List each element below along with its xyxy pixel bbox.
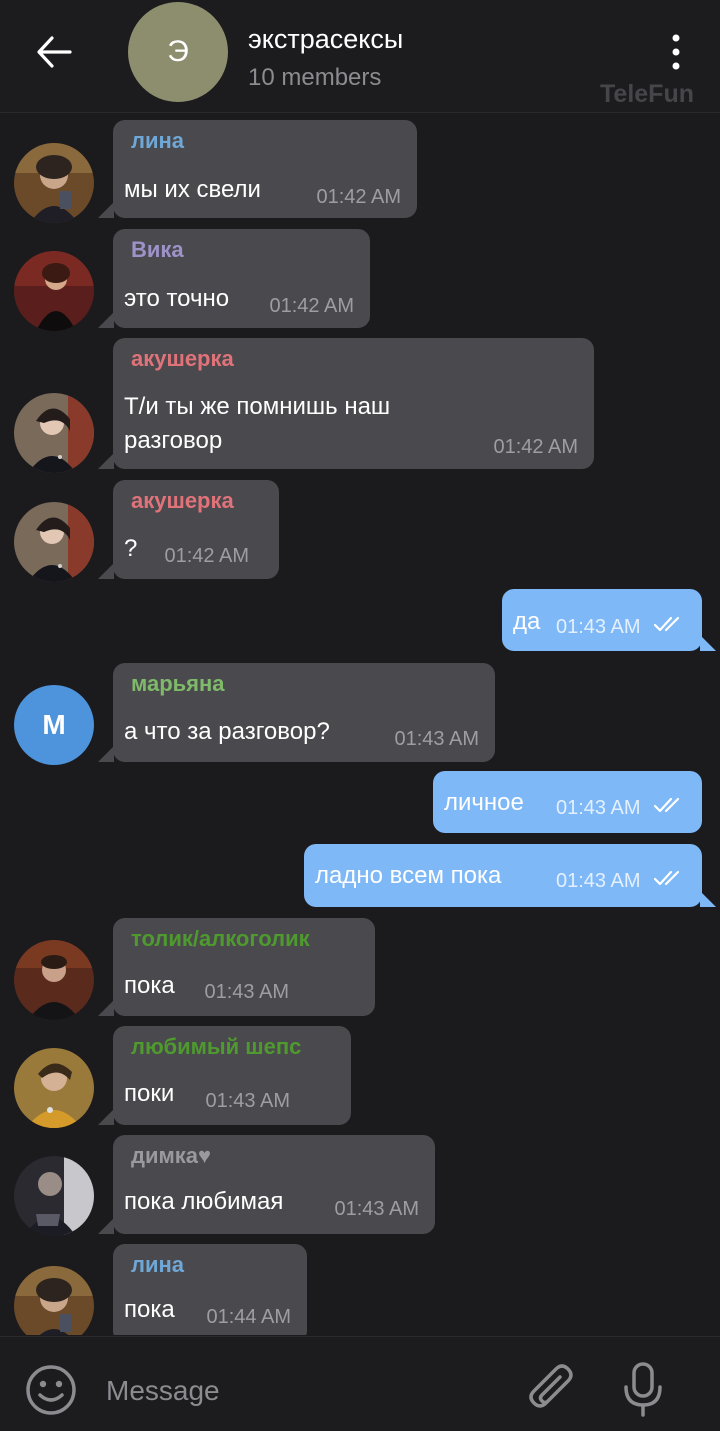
bubble-tail [98,1218,114,1234]
message-bubble[interactable]: толик/алкоголик пока 01:43 AM [113,918,375,1016]
message-item[interactable]: лина пока 01:44 AM [0,1244,720,1335]
message-text: мы их свели [124,176,261,203]
avatar[interactable] [14,502,94,582]
bubble-tail [98,563,114,579]
avatar[interactable] [14,143,94,223]
paperclip-icon[interactable] [526,1361,578,1417]
message-time: 01:43 AM [334,1198,419,1220]
bubble-tail [98,1109,114,1125]
message-text: Т/и ты же помнишь наш [124,393,391,420]
sender-name: акушерка [131,488,234,513]
member-count: 10 members [248,64,382,91]
message-item[interactable]: димка♥ пока любимая 01:43 AM [0,1135,720,1248]
message-text: пока любимая [124,1188,284,1215]
bubble-tail [98,746,114,762]
message-input[interactable] [104,1365,508,1417]
sender-name: димка♥ [131,1143,212,1168]
sender-name: акушерка [131,346,234,371]
bubble-tail [98,202,114,218]
message-bubble[interactable]: Вика это точно 01:42 AM [113,229,370,328]
sender-name: лина [131,128,185,153]
avatar[interactable] [14,1266,94,1335]
message-time: 01:42 AM [269,295,354,317]
more-vertical-icon[interactable] [664,32,688,72]
avatar[interactable] [14,940,94,1020]
message-item[interactable]: любимый шепс поки 01:43 AM [0,1026,720,1138]
message-list[interactable]: лина мы их свели 01:42 AM Вика это точно… [0,113,720,1335]
message-time: 01:42 AM [493,436,578,458]
message-text: да [513,608,541,635]
message-text: пока [124,972,175,999]
sender-name: любимый шепс [131,1034,302,1059]
message-text: это точно [124,285,230,312]
message-bubble[interactable]: марьяна а что за разговор? 01:43 AM [113,663,495,762]
message-bubble[interactable]: лина мы их свели 01:42 AM [113,120,417,218]
message-bubble[interactable]: лина пока 01:44 AM [113,1244,307,1335]
message-time: 01:43 AM [556,797,641,819]
double-check-icon [654,870,680,886]
message-time: 01:44 AM [206,1306,291,1328]
chat-title[interactable]: экстрасексы [248,24,403,55]
avatar[interactable]: М [14,685,94,765]
message-item[interactable]: Вика это точно 01:42 AM [0,223,720,333]
smiley-icon[interactable] [24,1363,78,1417]
watermark: TeleFun [600,80,694,108]
message-time: 01:42 AM [164,545,249,567]
message-item[interactable]: лина мы их свели 01:42 AM [0,113,720,223]
message-time: 01:42 AM [316,186,401,208]
message-text: а что за разговор? [124,718,330,745]
message-item[interactable]: личное 01:43 AM [0,769,720,842]
message-bubble[interactable]: личное 01:43 AM [433,771,702,833]
message-item[interactable]: акушерка Т/и ты же помнишь наш разговор … [0,333,720,475]
message-item[interactable]: М марьяна а что за разговор? 01:43 AM [0,659,720,769]
sender-name: толик/алкоголик [131,926,310,951]
sender-name: марьяна [131,671,225,696]
avatar[interactable] [14,1156,94,1236]
message-bubble[interactable]: димка♥ пока любимая 01:43 AM [113,1135,435,1234]
message-text: поки [124,1080,175,1107]
message-bubble[interactable]: ладно всем пока 01:43 AM [304,844,702,907]
back-arrow-icon[interactable] [34,34,74,70]
chat-header: Э экстрасексы 10 members TeleFun [0,0,720,113]
bubble-tail [98,1000,114,1016]
message-time: 01:43 AM [205,1090,290,1112]
bubble-tail [700,891,716,907]
message-item[interactable]: да 01:43 AM [0,585,720,659]
chat-avatar[interactable]: Э [128,2,228,102]
double-check-icon [654,616,680,632]
message-composer [0,1336,720,1431]
avatar[interactable] [14,1048,94,1128]
message-bubble[interactable]: любимый шепс поки 01:43 AM [113,1026,351,1125]
avatar[interactable] [14,393,94,473]
message-text: личное [444,789,524,816]
message-bubble[interactable]: акушерка ? 01:42 AM [113,480,279,579]
message-item[interactable]: акушерка ? 01:42 AM [0,475,720,585]
sender-name: лина [131,1252,185,1277]
message-text: разговор [124,427,223,454]
message-bubble[interactable]: акушерка Т/и ты же помнишь наш разговор … [113,338,594,469]
message-text: ладно всем пока [315,862,502,889]
message-time: 01:43 AM [556,870,641,892]
message-text: ? [124,535,138,562]
message-time: 01:43 AM [556,616,641,638]
message-text: пока [124,1296,175,1323]
message-item[interactable]: ладно всем пока 01:43 AM [0,842,720,918]
sender-name: Вика [131,237,184,262]
message-time: 01:43 AM [394,728,479,750]
bubble-tail [700,635,716,651]
double-check-icon [654,797,680,813]
message-item[interactable]: толик/алкоголик пока 01:43 AM [0,918,720,1028]
bubble-tail [98,453,114,469]
microphone-icon[interactable] [620,1361,666,1419]
avatar[interactable] [14,251,94,331]
message-bubble[interactable]: да 01:43 AM [502,589,702,651]
message-time: 01:43 AM [204,981,289,1003]
bubble-tail [98,312,114,328]
